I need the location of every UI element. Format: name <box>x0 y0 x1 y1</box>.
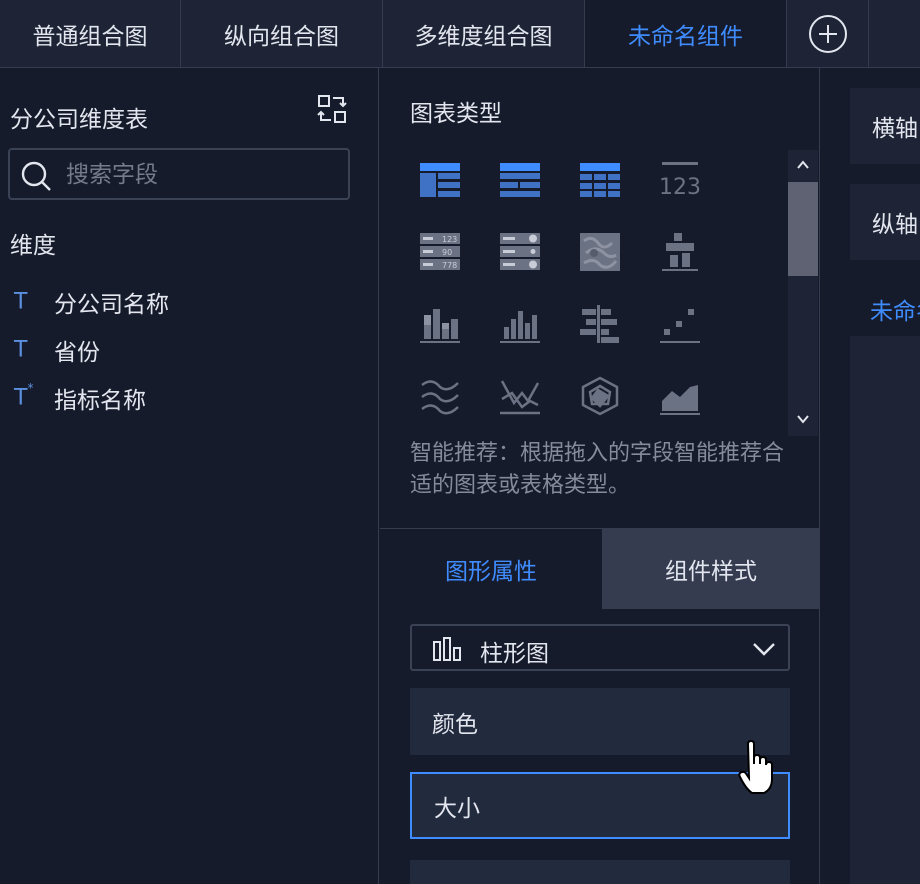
canvas-area <box>850 336 920 884</box>
field-item[interactable]: T 分公司名称 <box>0 282 370 322</box>
area-line-icon[interactable] <box>496 372 544 420</box>
swap-icon[interactable] <box>316 94 348 124</box>
chart-type-select[interactable]: 柱形图 <box>410 624 790 671</box>
top-tab-bar: 普通组合图 纵向组合图 多维度组合图 未命名组件 <box>0 0 920 68</box>
tab-graphic-properties[interactable]: 图形属性 <box>380 529 602 609</box>
component-tab-label[interactable]: 未命名组件 <box>870 292 920 326</box>
field-label: 指标名称 <box>54 388 146 414</box>
tab-normal-combo[interactable]: 普通组合图 <box>0 0 181 67</box>
search-box <box>8 148 350 200</box>
line-chart-icon[interactable] <box>416 372 464 420</box>
column-chart-icon[interactable] <box>496 300 544 348</box>
add-tab-button[interactable] <box>787 0 869 67</box>
indicator-list-icon[interactable] <box>496 228 544 276</box>
text-type-icon: T <box>14 337 28 363</box>
text-type-icon: T <box>14 289 28 315</box>
horizontal-bar-icon[interactable] <box>576 300 624 348</box>
search-icon <box>21 161 51 191</box>
plus-circle-icon <box>808 14 847 53</box>
field-label: 分公司名称 <box>54 292 169 318</box>
bar-chart-icon[interactable] <box>416 300 464 348</box>
field-item[interactable]: T 省份 <box>0 330 370 370</box>
svg-text:90: 90 <box>442 248 452 257</box>
chart-type-grid: 123 123 90 778 <box>410 148 810 438</box>
select-value: 柱形图 <box>480 641 549 667</box>
tab-component-style[interactable]: 组件样式 <box>602 529 820 609</box>
tab-multi-dimension-combo[interactable]: 多维度组合图 <box>383 0 585 67</box>
chevron-down-icon[interactable] <box>796 412 810 426</box>
tab-label: 普通组合图 <box>32 23 148 50</box>
search-input[interactable] <box>66 158 336 192</box>
area-chart-icon[interactable] <box>656 372 704 420</box>
chevron-down-icon <box>753 643 775 656</box>
label-property[interactable]: 标签 <box>410 860 790 884</box>
svg-text:778: 778 <box>442 261 457 270</box>
property-label: 标签 <box>432 877 478 884</box>
table-icon[interactable] <box>416 156 464 204</box>
tab-unnamed-component[interactable]: 未命名组件 <box>585 0 787 67</box>
x-axis-drop-zone[interactable]: 横轴 <box>850 88 920 164</box>
x-axis-label: 横轴 <box>872 116 918 142</box>
field-label: 省份 <box>54 340 100 366</box>
color-property[interactable]: 颜色 <box>410 688 790 755</box>
property-label: 颜色 <box>432 711 478 738</box>
property-label: 大小 <box>434 795 480 822</box>
chevron-up-icon[interactable] <box>796 158 810 172</box>
indicator-card-icon[interactable]: 123 90 778 <box>416 228 464 276</box>
chart-type-scrollbar[interactable] <box>788 150 818 436</box>
scrollbar-thumb[interactable] <box>788 182 818 276</box>
data-source-panel: 分公司维度表 维度 T 分公司名称 T 省份 T* 指标名称 <box>0 68 379 884</box>
table-title: 分公司维度表 <box>10 107 148 133</box>
kpi-number-icon[interactable]: 123 <box>656 156 704 204</box>
stacked-bar-icon[interactable] <box>656 228 704 276</box>
svg-text:123: 123 <box>442 235 457 244</box>
y-axis-label: 纵轴 <box>872 212 918 238</box>
dimension-section-title: 维度 <box>10 233 56 259</box>
column-chart-icon <box>433 637 461 661</box>
radar-chart-icon[interactable] <box>576 372 624 420</box>
text-type-calculated-icon: T* <box>14 381 34 411</box>
crosstab-icon[interactable] <box>496 156 544 204</box>
tab-vertical-combo[interactable]: 纵向组合图 <box>181 0 383 67</box>
axis-panel: 横轴 纵轴 未命名组件 <box>821 68 920 884</box>
property-tabs: 图形属性 组件样式 <box>380 529 820 609</box>
hand-cursor-icon <box>738 740 773 794</box>
chart-type-title: 图表类型 <box>410 101 502 127</box>
svg-text:123: 123 <box>660 175 700 198</box>
y-axis-drop-zone[interactable]: 纵轴 <box>850 184 920 260</box>
map-icon[interactable] <box>576 228 624 276</box>
tab-label: 多维度组合图 <box>414 23 553 50</box>
detail-table-icon[interactable] <box>576 156 624 204</box>
tab-label: 未命名组件 <box>628 23 743 50</box>
scatter-icon[interactable] <box>656 300 704 348</box>
tab-label: 纵向组合图 <box>224 23 339 50</box>
size-property[interactable]: 大小 <box>410 772 790 839</box>
smart-recommend-hint: 智能推荐：根据拖入的字段智能推荐合适的图表或表格类型。 <box>410 441 785 498</box>
field-item[interactable]: T* 指标名称 <box>0 378 370 418</box>
